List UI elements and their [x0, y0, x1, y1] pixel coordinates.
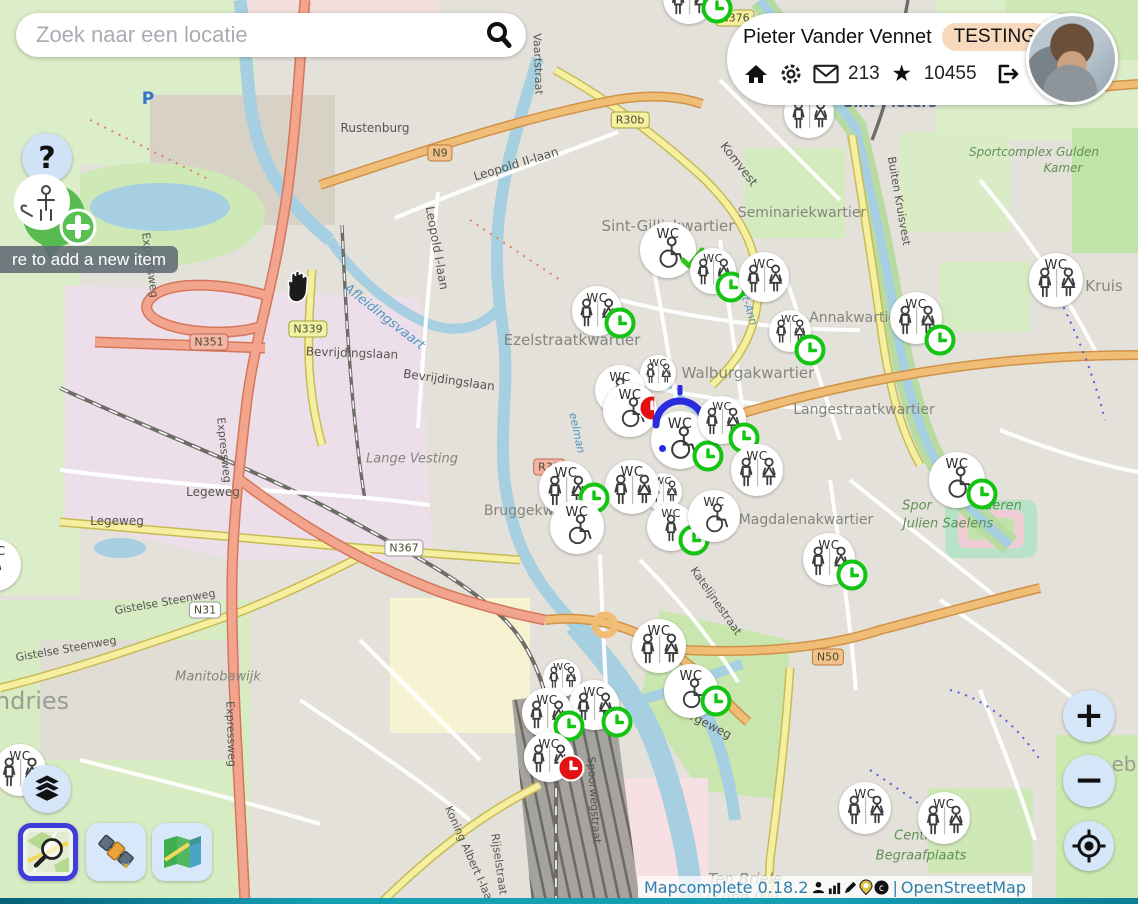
logout-icon[interactable]	[994, 61, 1020, 87]
changeset-count: 10455	[924, 63, 977, 85]
opening-hours-open-badge[interactable]	[605, 308, 636, 339]
map-marker-toilet-wheelchair[interactable]: WC	[550, 500, 604, 554]
map-marker-toilet-pair[interactable]: WC	[605, 460, 659, 514]
background-osm-button[interactable]	[18, 823, 78, 881]
crosshair-icon	[1071, 828, 1107, 864]
contributors-icon[interactable]	[811, 880, 826, 895]
opening-hours-open-badge[interactable]	[925, 325, 956, 356]
opening-hours-open-badge[interactable]	[795, 335, 826, 366]
map-marker-toilet-pair[interactable]: WC	[839, 782, 891, 834]
opening-hours-open-badge[interactable]	[693, 441, 724, 472]
zoom-out-label: −	[1074, 763, 1104, 799]
opening-hours-open-badge[interactable]	[837, 560, 868, 591]
attribution-separator: |	[892, 878, 897, 897]
osm-link[interactable]: OpenStreetMap	[901, 878, 1026, 897]
attribution-bar: Mapcomplete 0.18.2 c | OpenStreetMap	[638, 876, 1032, 898]
satellite-icon	[94, 831, 138, 873]
background-satellite-button[interactable]	[86, 823, 146, 881]
map-marker-toilet-pair[interactable]: WC	[918, 792, 970, 844]
toilet-pair-icon	[738, 457, 777, 494]
osm-map-icon	[26, 831, 70, 873]
message-count: 213	[848, 63, 880, 85]
location-search-bar[interactable]	[16, 13, 526, 57]
edit-pencil-icon[interactable]	[843, 880, 858, 895]
folded-map-icon	[160, 832, 204, 872]
map-marker-toilet-pair[interactable]: WC	[731, 444, 783, 496]
stats-icon[interactable]	[827, 880, 842, 895]
toilet-pair-icon	[1036, 267, 1077, 305]
toilet-pair-icon	[846, 795, 885, 832]
map-canvas[interactable]: RustenburgBrugge-Sint-PietersPSint-Gilli…	[0, 0, 1138, 904]
layers-icon	[30, 772, 64, 806]
bottom-accent-bar	[0, 898, 1138, 904]
opening-hours-open-badge[interactable]	[967, 479, 998, 510]
opening-hours-open-badge[interactable]	[602, 707, 633, 738]
svg-text:c: c	[879, 882, 884, 893]
search-input[interactable]	[34, 21, 482, 49]
toilet-pair-icon	[745, 264, 783, 300]
toilet-pair-icon	[790, 100, 828, 136]
zoom-out-button[interactable]: −	[1063, 755, 1115, 807]
layers-button[interactable]	[23, 765, 71, 813]
background-foldedmap-button[interactable]	[152, 823, 212, 881]
avatar[interactable]	[1026, 13, 1118, 105]
user-name: Pieter Vander Vennet	[743, 26, 932, 49]
zoom-in-label: +	[1074, 698, 1104, 734]
theme-pin-icon[interactable]	[859, 879, 873, 895]
home-icon[interactable]	[743, 61, 769, 87]
app-version[interactable]: Mapcomplete 0.18.2	[644, 878, 808, 897]
zoom-in-button[interactable]: +	[1063, 690, 1115, 742]
opening-hours-open-badge[interactable]	[701, 686, 732, 717]
toilet-single-icon	[0, 552, 15, 589]
opening-hours-closed-badge[interactable]	[558, 755, 585, 782]
map-marker-toilet-pair[interactable]: WC	[632, 619, 686, 673]
toilet-pair-icon	[612, 474, 653, 512]
map-marker-toilet-pair[interactable]: WC	[739, 252, 789, 302]
toilet-pair-icon	[925, 805, 964, 842]
toilet-wheelchair-icon	[695, 503, 734, 540]
map-marker-toilet-wheelchair[interactable]: WC	[688, 490, 740, 542]
toilet-wheelchair-icon	[557, 514, 598, 552]
map-marker-toilet-pair[interactable]: WC	[640, 355, 676, 391]
toilet-pair-icon	[639, 633, 680, 671]
hand-cursor	[281, 267, 315, 310]
license-icon[interactable]: c	[874, 880, 889, 895]
add-item-tooltip: re to add a new item	[0, 246, 178, 273]
geolocate-button[interactable]	[1064, 821, 1114, 871]
map-marker-toilet-pair[interactable]: WC	[1029, 253, 1083, 307]
search-icon[interactable]	[482, 18, 516, 52]
toilet-pair-icon	[645, 363, 672, 390]
gear-icon[interactable]	[778, 61, 804, 87]
mail-icon[interactable]	[813, 61, 839, 87]
star-icon[interactable]: ★	[889, 61, 915, 87]
